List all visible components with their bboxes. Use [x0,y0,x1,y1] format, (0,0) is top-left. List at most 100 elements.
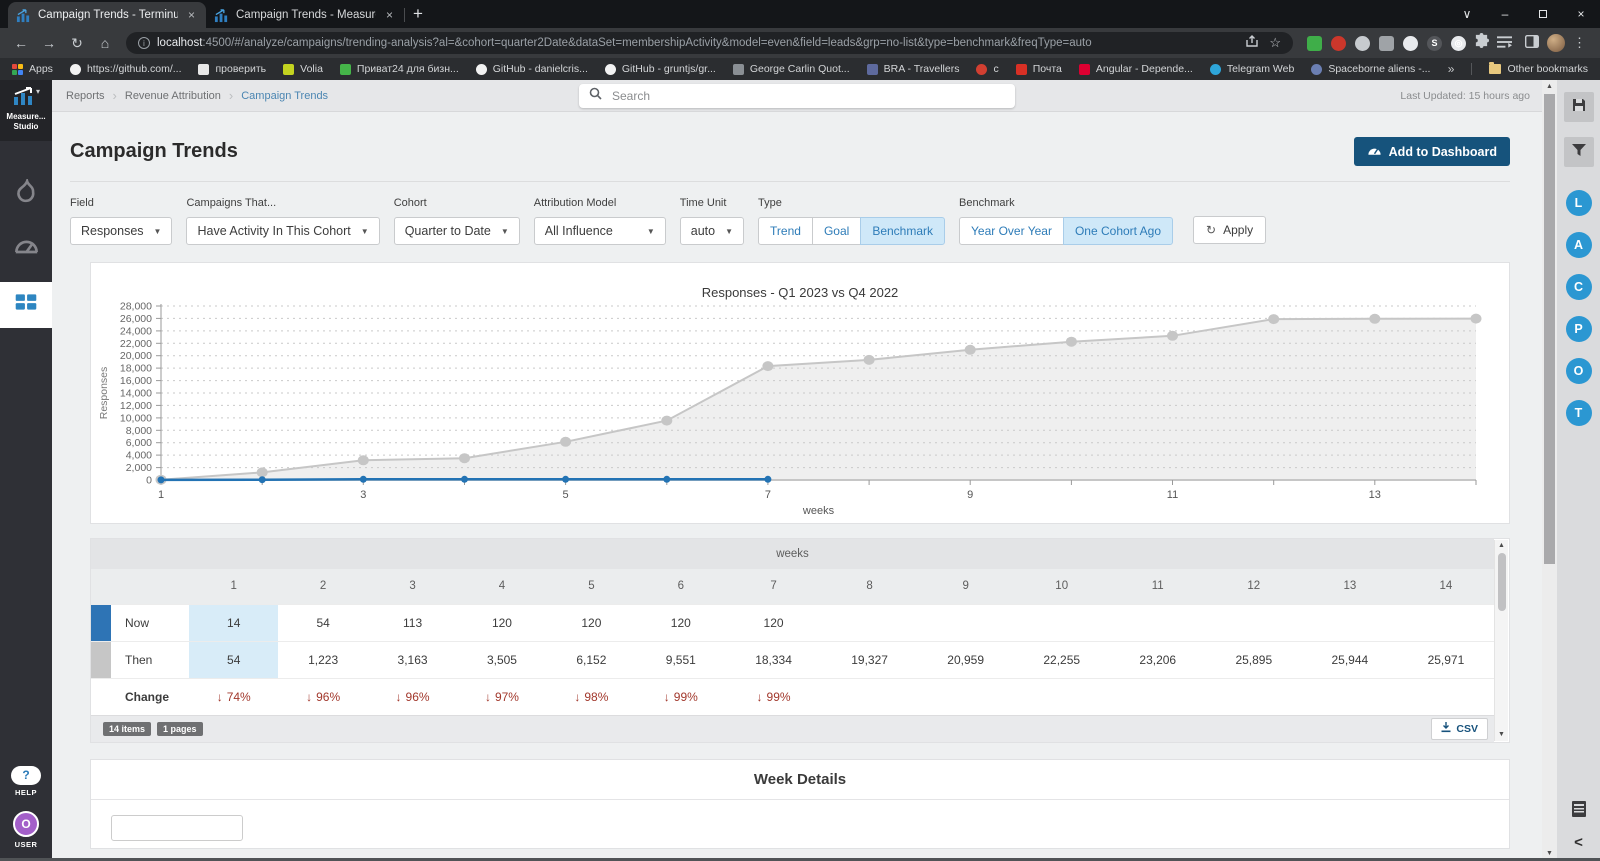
decrease-arrow-icon: ↓ [485,690,491,704]
time-unit-select[interactable]: auto▼ [680,217,744,245]
rings-extension[interactable]: ◎ [1451,36,1466,51]
add-to-dashboard-button[interactable]: Add to Dashboard [1354,137,1510,166]
bookmark-item[interactable]: GitHub - gruntjs/gr... [605,63,716,75]
bookmark-item[interactable]: Spaceborne aliens -... [1311,63,1430,75]
quick-nav-letter-p[interactable]: P [1566,316,1592,342]
help-button[interactable]: ? HELP [11,766,41,797]
scroll-down-icon[interactable]: ▼ [1546,850,1553,858]
table-cell: ↓74% [189,678,278,715]
maximize-button[interactable] [1524,0,1562,28]
sidebar-item-reports[interactable] [0,282,52,328]
bookmark-item[interactable]: проверить [198,63,266,75]
csv-export-button[interactable]: CSV [1431,718,1488,740]
bookmark-item[interactable]: GitHub - danielcris... [476,63,588,75]
screenshot-extension[interactable] [1379,36,1394,51]
home-icon[interactable]: ⌂ [92,35,118,51]
table-cell [918,604,1014,641]
breadcrumb-item[interactable]: Reports [66,90,105,102]
collapse-panel-icon[interactable]: < [1574,834,1583,851]
tab-close-icon[interactable]: × [185,8,198,22]
quick-nav-letter-o[interactable]: O [1566,358,1592,384]
segment-benchmark[interactable]: Benchmark [860,217,945,245]
bookmarks-overflow-chevron[interactable]: » [1448,62,1455,76]
cohort-label: Cohort [394,197,520,209]
timer-extension[interactable] [1403,36,1418,51]
puzzle-extensions-icon[interactable] [1474,33,1489,53]
sidebar-item-dashboard[interactable] [0,227,52,273]
segment-one-cohort-ago[interactable]: One Cohort Ago [1063,217,1173,245]
site-info-icon[interactable]: i [138,37,150,49]
scroll-up-icon[interactable]: ▲ [1498,542,1505,550]
profile-avatar[interactable] [1547,34,1565,52]
minimize-button[interactable]: – [1486,0,1524,28]
save-button[interactable] [1564,92,1594,122]
reload-icon[interactable]: ↻ [64,35,90,52]
breadcrumb-item[interactable]: Campaign Trends [241,90,328,102]
field-select[interactable]: Responses▼ [70,217,172,245]
quick-nav-letter-a[interactable]: A [1566,232,1592,258]
gray-face-extension[interactable] [1355,36,1370,51]
scrollbar-thumb[interactable] [1544,94,1555,564]
new-tab-button[interactable]: + [404,2,432,28]
scroll-down-icon[interactable]: ▼ [1498,731,1505,739]
search-box[interactable] [579,84,1015,108]
other-bookmarks[interactable]: Other bookmarks [1489,63,1588,75]
table-cell: 18,334 [726,641,822,678]
forward-icon[interactable]: → [36,35,62,51]
segment-year-over-year[interactable]: Year Over Year [959,217,1064,245]
browser-tab[interactable]: Campaign Trends - Measurement× [206,2,404,28]
scrollbar-thumb[interactable] [1498,553,1506,611]
browser-menu-icon[interactable]: ⋮ [1567,35,1592,51]
url-bar[interactable]: i localhost:4500/#/analyze/campaigns/tre… [126,32,1293,54]
page-scrollbar[interactable]: ▲ ▼ [1542,80,1557,861]
quick-nav-letter-t[interactable]: T [1566,400,1592,426]
bookmark-item[interactable]: Приват24 для бизн... [340,63,459,75]
share-icon[interactable] [1245,35,1259,51]
quick-nav-letter-l[interactable]: L [1566,190,1592,216]
stop-hand-extension[interactable] [1331,36,1346,51]
bookmark-item[interactable]: https://github.com/... [70,63,182,75]
bookmark-item[interactable]: Apps [12,63,53,75]
browser-tab[interactable]: Campaign Trends - Terminus Hub× [8,2,206,28]
measurement-studio-logo[interactable]: ▾ Measure...Studio [0,80,52,141]
telegram-icon [1210,64,1221,75]
segment-goal[interactable]: Goal [812,217,861,245]
bookmark-item[interactable]: BRA - Travellers [867,63,960,75]
github-icon [70,64,81,75]
filter-button[interactable] [1564,137,1594,167]
segment-trend[interactable]: Trend [758,217,813,245]
tab-search-caret-icon[interactable]: ∨ [1448,0,1486,28]
back-icon[interactable]: ← [8,35,34,51]
table-cell: ↓98% [547,678,636,715]
url-host: localhost [157,37,202,49]
close-window-button[interactable]: × [1562,0,1600,28]
bookmark-item[interactable]: Volia [283,63,323,75]
attribution-model-select[interactable]: All Influence▼ [534,217,666,245]
bookmark-item[interactable]: Telegram Web [1210,63,1295,75]
bookmark-star-icon[interactable]: ☆ [1269,35,1281,51]
notes-document-icon[interactable] [1571,800,1587,823]
bookmark-item[interactable]: Почта [1016,63,1062,75]
s-letter-extension[interactable]: S [1427,36,1442,51]
reading-list-icon[interactable] [1491,35,1517,51]
browser-toolbar: ← → ↻ ⌂ i localhost:4500/#/analyze/campa… [0,28,1600,58]
side-panel-icon[interactable] [1519,35,1545,51]
search-input[interactable] [610,88,1005,104]
user-menu-button[interactable]: O USER [11,811,41,849]
bookmark-item[interactable]: Angular - Depende... [1079,63,1193,75]
bookmark-item[interactable]: George Carlin Quot... [733,63,850,75]
bookmark-item[interactable]: c [976,63,998,75]
app-root: ▾ Measure...Studio ? HELP O USER [0,80,1600,861]
tab-close-icon[interactable]: × [383,8,396,22]
cohort-select[interactable]: Quarter to Date▼ [394,217,520,245]
week-selector[interactable] [111,815,243,841]
apply-button[interactable]: ↻Apply [1193,216,1266,244]
sidebar-item-streaks[interactable] [0,172,52,218]
breadcrumb-item[interactable]: Revenue Attribution [125,90,221,102]
campaigns-that-select[interactable]: Have Activity In This Cohort▼ [186,217,379,245]
quick-nav-letter-c[interactable]: C [1566,274,1592,300]
table-scrollbar[interactable]: ▲ ▼ [1494,540,1508,741]
green-arrow-extension[interactable] [1307,36,1322,51]
scroll-up-icon[interactable]: ▲ [1546,83,1553,91]
table-cell: 25,895 [1206,641,1302,678]
